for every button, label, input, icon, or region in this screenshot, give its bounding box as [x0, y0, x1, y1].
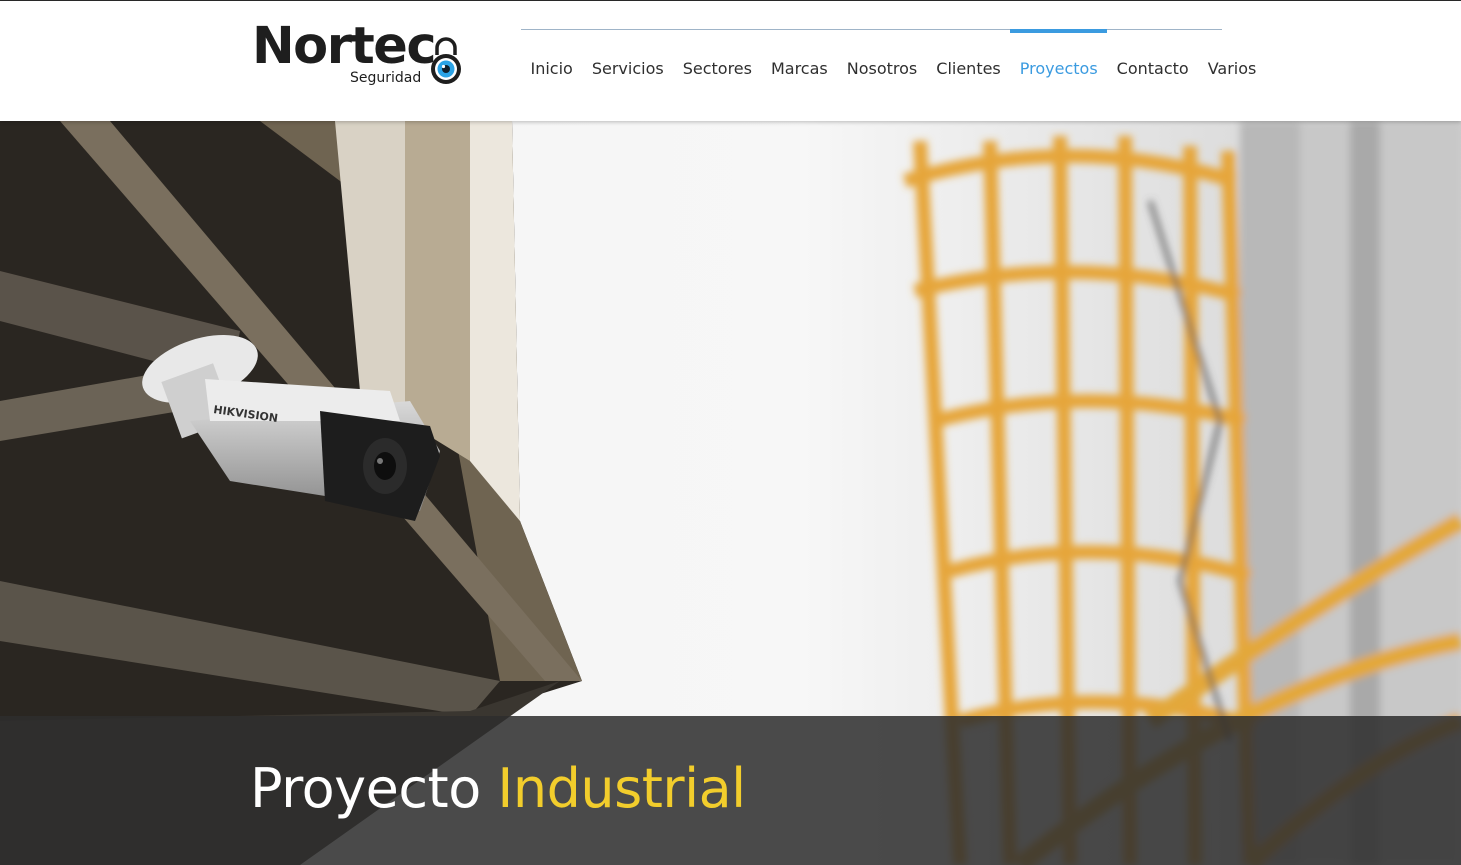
logo-tagline: Seguridad [350, 70, 422, 86]
hero-banner: HIKVISION Proyecto Industrial [0, 121, 1461, 865]
title-word-2: Industrial [497, 757, 746, 820]
nav-item-nosotros[interactable]: Nosotros [837, 29, 927, 89]
nav-item-sectores[interactable]: Sectores [673, 29, 761, 89]
nav-item-proyectos[interactable]: Proyectos [1010, 29, 1108, 89]
nav-item-varios[interactable]: Varios [1198, 29, 1266, 89]
logo[interactable]: Nortec Seguridad [252, 17, 467, 89]
nav-item-contacto[interactable]: Contacto [1107, 29, 1198, 89]
main-nav: Inicio Servicios Sectores Marcas Nosotros Cli… [521, 29, 1256, 89]
nav-item-servicios[interactable]: Servicios [582, 29, 673, 89]
lock-eye-icon [431, 37, 461, 84]
nav-item-inicio[interactable]: Inicio [521, 29, 582, 89]
site-header: Nortec Seguridad Inicio Servicios Sectores… [0, 1, 1461, 121]
nav-list: Inicio Servicios Sectores Marcas Nosotros Cli… [521, 29, 1266, 89]
page-title: Proyecto Industrial [250, 754, 746, 824]
title-band: Proyecto Industrial [0, 716, 1461, 865]
nav-item-marcas[interactable]: Marcas [761, 29, 837, 89]
title-word-1: Proyecto [250, 757, 481, 820]
logo-wordmark: Nortec [252, 17, 437, 76]
nav-item-clientes[interactable]: Clientes [927, 29, 1011, 89]
